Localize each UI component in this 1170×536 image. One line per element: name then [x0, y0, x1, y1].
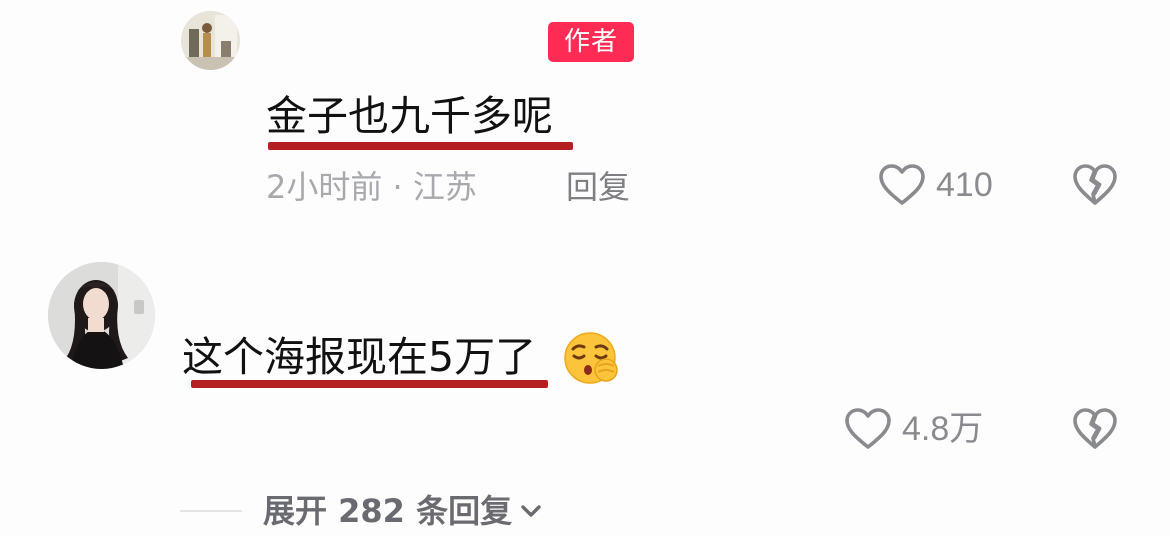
comment-text: 这个海报现在5万了 [182, 333, 537, 381]
like-count: 4.8万 [902, 410, 984, 448]
avatar-image [48, 262, 155, 369]
heart-icon [845, 408, 891, 449]
reply-button[interactable]: 回复 [566, 167, 630, 207]
avatar-image [181, 11, 240, 70]
author-avatar[interactable] [181, 11, 240, 70]
author-badge: 作者 [548, 22, 634, 62]
expand-divider [180, 510, 242, 512]
expand-replies-label: 展开 282 条回复 [263, 492, 513, 530]
like-button[interactable]: 4.8万 [844, 407, 983, 451]
like-button[interactable]: 410 [878, 163, 993, 207]
commenter-avatar[interactable] [48, 262, 155, 369]
reply-timestamp-location: 2小时前 · 江苏 [266, 168, 477, 206]
dislike-button[interactable] [1072, 163, 1118, 207]
dislike-button[interactable] [1072, 407, 1118, 451]
highlight-underline [191, 380, 548, 388]
like-count: 410 [936, 166, 993, 204]
broken-heart-icon [1073, 164, 1117, 205]
shushing-face-emoji-icon [564, 332, 618, 384]
expand-replies-button[interactable]: 展开 282 条回复 [263, 491, 542, 531]
reply-comment-text: 金子也九千多呢 [266, 92, 553, 140]
heart-icon [879, 164, 925, 205]
highlight-underline [268, 142, 573, 150]
chevron-down-icon [521, 505, 541, 517]
comment-thread: 作者 金子也九千多呢 2小时前 · 江苏 回复 410 这个海报现在5万了 4.… [0, 0, 1170, 536]
broken-heart-icon [1073, 408, 1117, 449]
